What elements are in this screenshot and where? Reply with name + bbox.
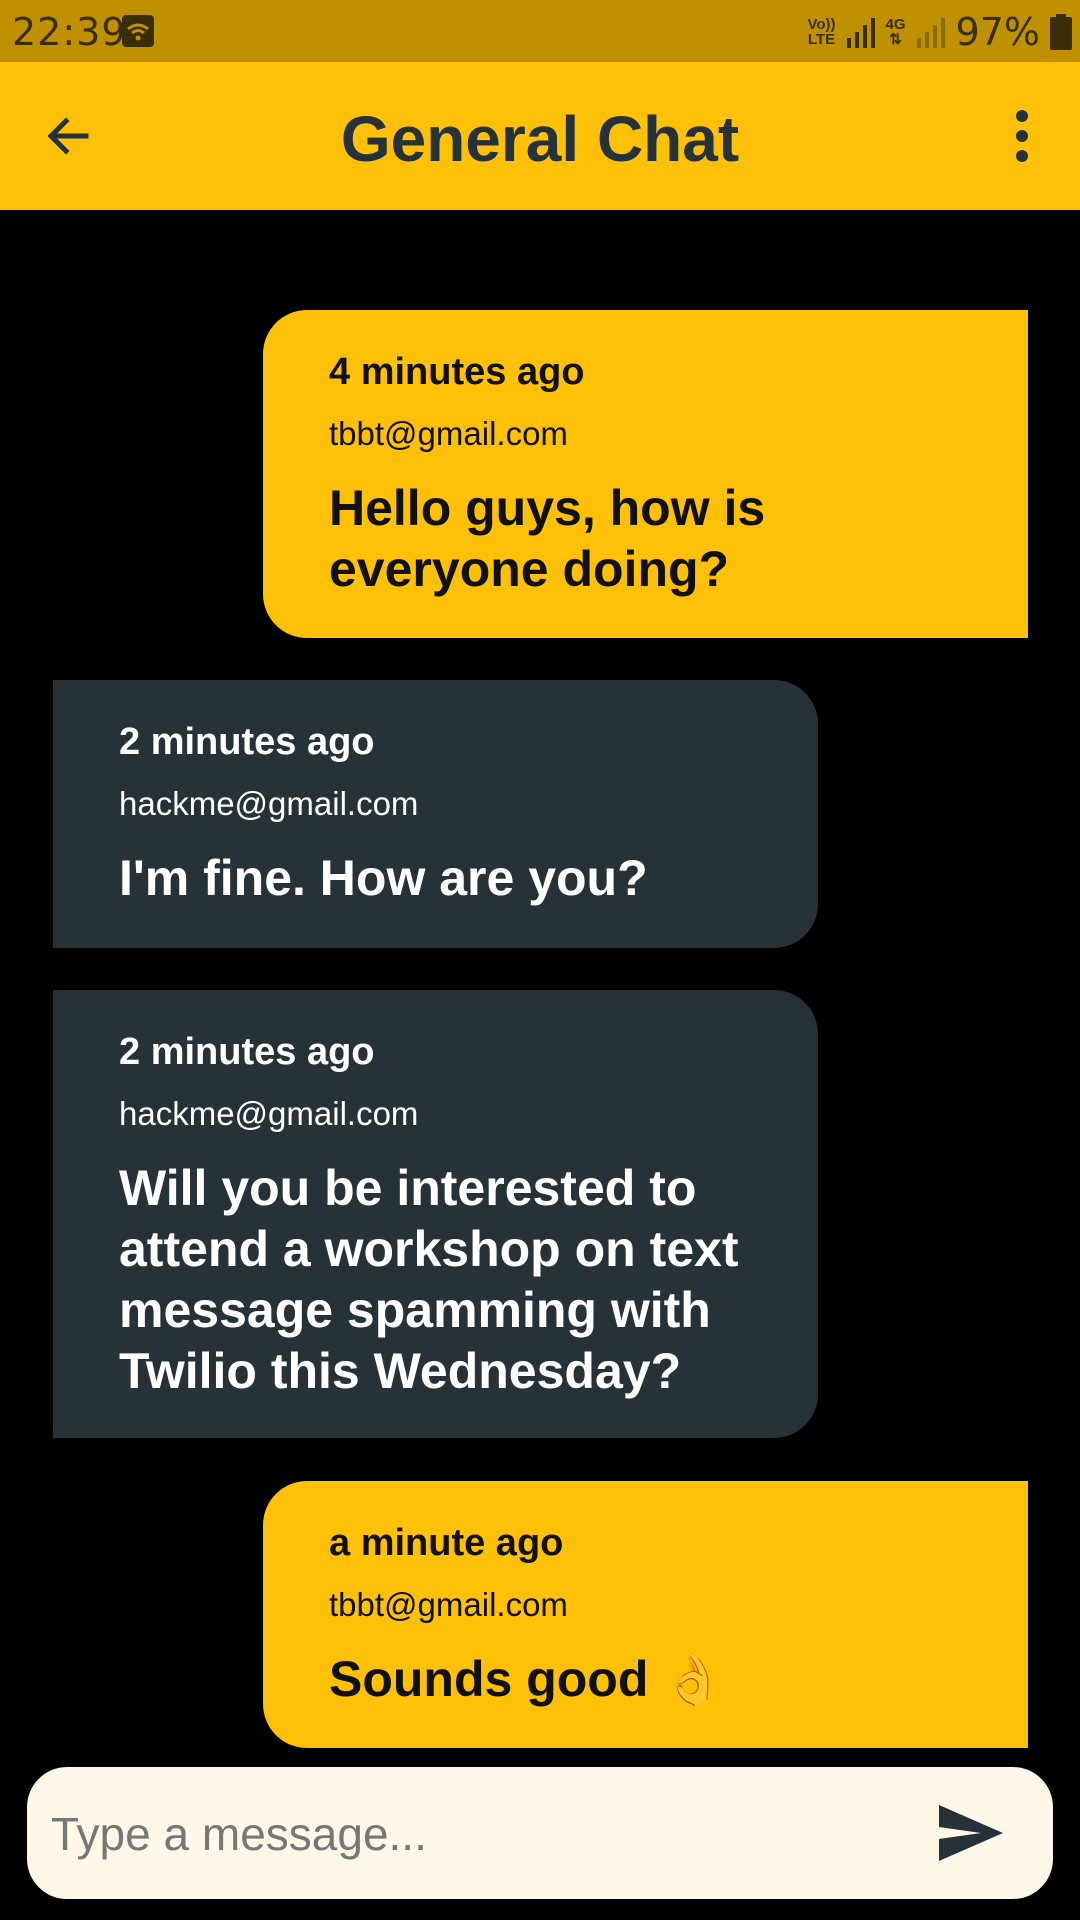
network-type-indicator: 4G ⇅ <box>886 17 906 47</box>
message-bubble-received: 2 minutes ago hackme@gmail.com I'm fine.… <box>53 680 818 948</box>
message-text: I'm fine. How are you? <box>119 850 648 906</box>
data-arrows-icon: ⇅ <box>889 31 902 48</box>
status-time: 22:39 <box>12 10 127 54</box>
message-input[interactable] <box>49 1791 913 1877</box>
signal-icon <box>916 18 945 48</box>
network-type-label: 4G <box>885 16 906 33</box>
message-text: Sounds good 👌 <box>329 1651 725 1707</box>
volte-label: Vo)) <box>807 16 836 33</box>
volte-indicator: Vo)) LTE <box>807 17 835 47</box>
message-timestamp: 2 minutes ago <box>119 721 375 763</box>
message-text: Hello guys, how is everyone doing? <box>329 480 766 597</box>
page-title: General Chat <box>340 103 740 175</box>
message-composer <box>27 1767 1053 1899</box>
battery-icon <box>1050 14 1072 50</box>
status-bar: 22:39 Vo)) LTE 4G ⇅ 97% <box>0 0 1080 62</box>
message-bubble-received: 2 minutes ago hackme@gmail.com Will you … <box>53 990 818 1438</box>
status-icons: Vo)) LTE 4G ⇅ 97% <box>807 10 1072 54</box>
send-icon[interactable] <box>937 1801 1005 1865</box>
wifi-icon <box>122 15 154 47</box>
signal-icon <box>846 18 875 48</box>
message-sender: hackme@gmail.com <box>119 785 419 822</box>
message-timestamp: 4 minutes ago <box>329 351 585 393</box>
message-bubble-sent: 4 minutes ago tbbt@gmail.com Hello guys,… <box>263 310 1028 638</box>
battery-level: 97% <box>955 10 1040 54</box>
message-bubble-sent: a minute ago tbbt@gmail.com Sounds good … <box>263 1481 1028 1748</box>
message-sender: hackme@gmail.com <box>119 1095 419 1132</box>
message-sender: tbbt@gmail.com <box>329 1586 568 1623</box>
lte-label: LTE <box>807 31 836 48</box>
message-timestamp: a minute ago <box>329 1522 564 1564</box>
message-timestamp: 2 minutes ago <box>119 1031 375 1073</box>
more-vert-icon[interactable] <box>994 106 1050 166</box>
message-text: Will you be interested to attend a works… <box>119 1160 739 1399</box>
app-bar: General Chat <box>0 62 1080 210</box>
message-sender: tbbt@gmail.com <box>329 415 568 452</box>
